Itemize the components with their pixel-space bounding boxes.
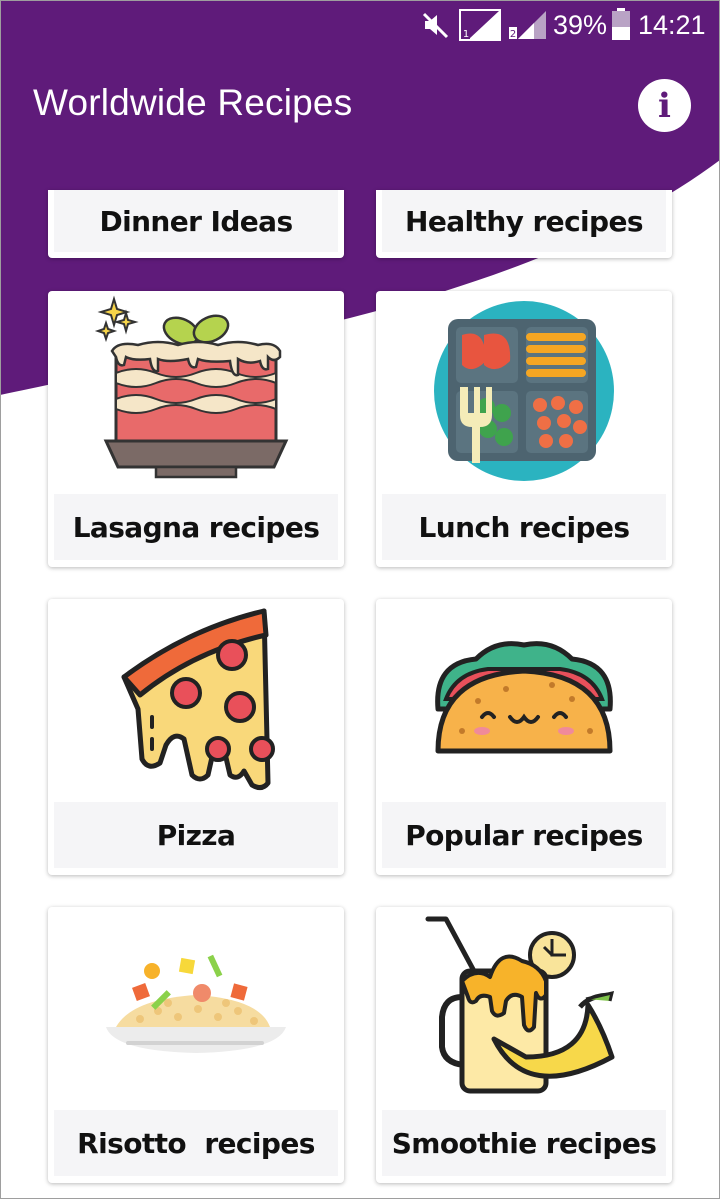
smoothie-icon <box>425 916 615 1094</box>
category-label: Smoothie recipes <box>382 1110 666 1176</box>
category-card-lunch-recipes[interactable]: Lunch recipes <box>376 291 672 567</box>
pizza-slice-icon <box>121 608 275 791</box>
category-label: Pizza <box>54 802 338 868</box>
app-title: Worldwide Recipes <box>33 82 353 123</box>
status-bar: 1 2 39% 14:21 <box>0 0 720 50</box>
battery-icon <box>612 8 630 40</box>
category-card-lasagna-recipes[interactable]: Lasagna recipes <box>48 291 344 567</box>
category-label: Lasagna recipes <box>54 494 338 560</box>
info-button[interactable]: i <box>638 79 691 132</box>
clock: 14:21 <box>638 10 706 40</box>
category-label: Risotto recipes <box>54 1110 338 1176</box>
category-card-risotto-recipes[interactable]: Risotto recipes <box>48 907 344 1183</box>
category-label: Popular recipes <box>382 802 666 868</box>
category-card-smoothie-recipes[interactable]: Smoothie recipes <box>376 907 672 1183</box>
taco-icon <box>435 641 613 754</box>
info-icon: i <box>658 85 671 126</box>
signal-sim1-icon: 1 <box>459 9 501 41</box>
battery-percent: 39% <box>553 10 608 40</box>
category-label: Healthy recipes <box>382 190 666 252</box>
category-label: Lunch recipes <box>382 494 666 560</box>
category-card-popular-recipes[interactable]: Popular recipes <box>376 599 672 875</box>
category-card-dinner-ideas[interactable]: Dinner Ideas <box>48 190 344 258</box>
lunch-box-icon <box>434 301 614 481</box>
lasagna-icon <box>94 295 289 479</box>
signal-sim2-icon: 2 <box>509 11 546 40</box>
category-card-pizza[interactable]: Pizza <box>48 599 344 875</box>
risotto-icon <box>106 954 286 1053</box>
category-card-healthy-recipes[interactable]: Healthy recipes <box>376 190 672 258</box>
mute-icon <box>422 12 449 39</box>
svg-text:2: 2 <box>510 29 516 40</box>
category-label: Dinner Ideas <box>54 190 338 252</box>
svg-text:1: 1 <box>463 29 469 40</box>
